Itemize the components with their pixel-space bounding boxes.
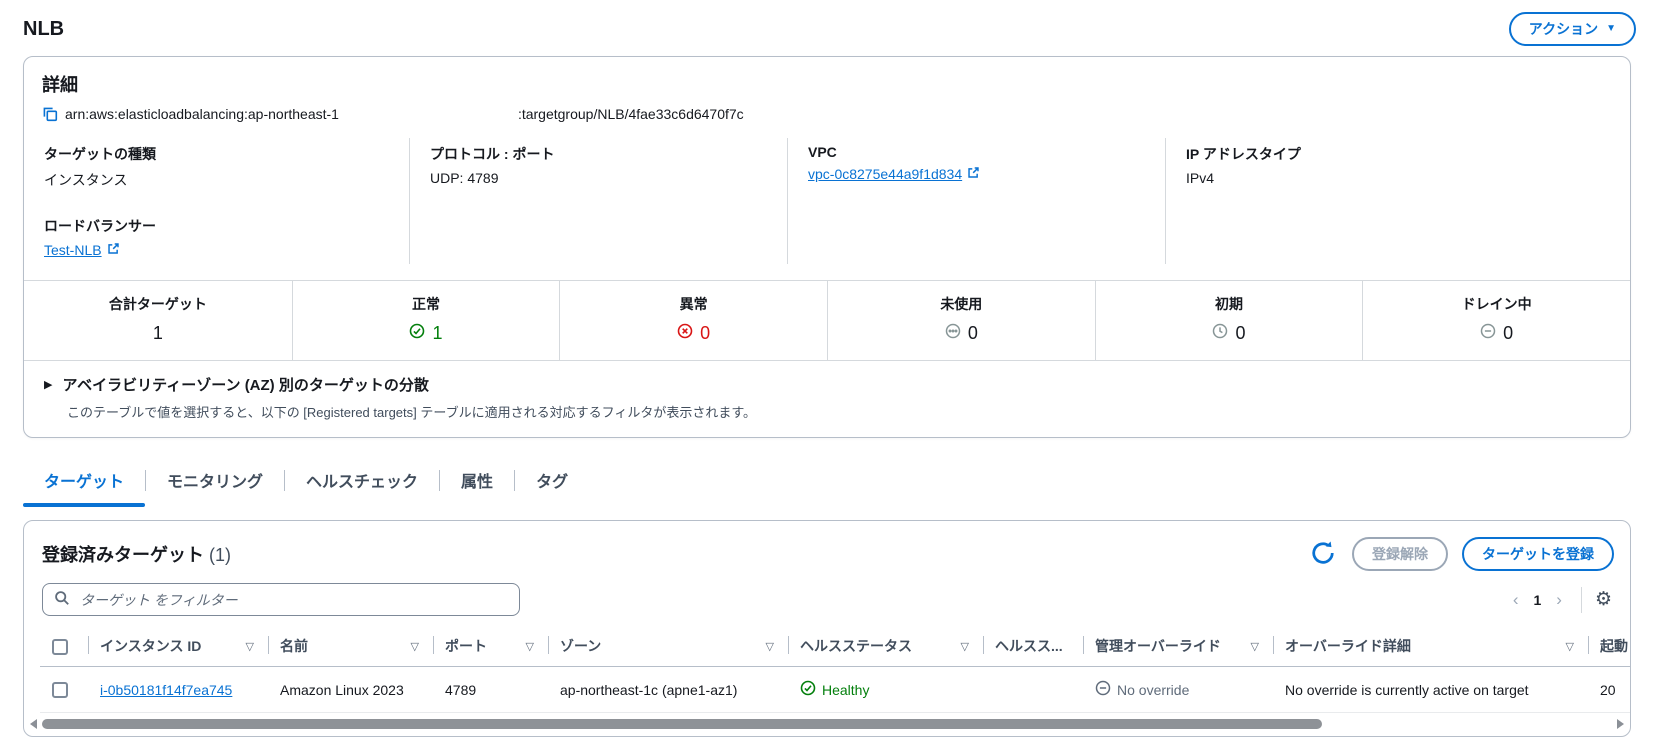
chevron-down-icon: ▼ (1606, 23, 1616, 34)
arn-prefix: arn:aws:elasticloadbalancing:ap-northeas… (65, 106, 339, 122)
stat-healthy: 正常 1 (291, 281, 560, 360)
prev-page-button[interactable]: ‹ (1507, 588, 1525, 612)
cell-name: Amazon Linux 2023 (268, 666, 433, 713)
health-status-badge: Healthy (800, 680, 869, 699)
actions-button[interactable]: アクション ▼ (1508, 12, 1636, 46)
scroll-right-arrow[interactable] (1617, 718, 1624, 729)
actions-button-label: アクション (1528, 21, 1599, 37)
ellipsis-circle-icon (945, 323, 961, 344)
target-health-summary: 合計ターゲット 1 正常 1 異常 0 未使用 0 初期 0 ドレイン中 0 (24, 280, 1630, 360)
cell-override-detail: No override is currently active on targe… (1273, 666, 1588, 713)
col-override-detail: オーバーライド詳細 ▽ (1273, 626, 1588, 667)
az-distribution-expander[interactable]: ▶ アベイラビリティーゾーン (AZ) 別のターゲットの分散 (44, 374, 1610, 395)
select-all-header (40, 626, 88, 667)
page-title: NLB (23, 17, 65, 40)
deregister-button[interactable]: 登録解除 (1352, 537, 1448, 571)
cell-zone: ap-northeast-1c (apne1-az1) (548, 666, 788, 713)
external-link-icon (967, 166, 980, 182)
toolbar-divider (1580, 586, 1582, 613)
tab-tags[interactable]: タグ (515, 458, 589, 507)
refresh-button[interactable] (1308, 538, 1338, 571)
target-filter-box[interactable] (42, 583, 520, 616)
table-header-row: インスタンス ID ▽ 名前 ▽ ポート ▽ ゾーン ▽ ヘルスステータス ▽ ヘルスス.… (40, 626, 1630, 667)
filter-icon[interactable]: ▽ (1566, 640, 1574, 653)
col-health-status: ヘルスステータス ▽ (788, 626, 983, 667)
col-zone: ゾーン ▽ (548, 626, 788, 667)
field-vpc: VPC vpc-0c8275e44a9f1d834 (808, 144, 1145, 182)
stat-unused: 未使用 0 (826, 281, 1095, 360)
external-link-icon (107, 242, 120, 258)
clock-icon (1212, 323, 1228, 344)
register-targets-button[interactable]: ターゲットを登録 (1462, 537, 1614, 571)
page-number: 1 (1533, 591, 1542, 608)
tab-attributes[interactable]: 属性 (440, 458, 514, 507)
arn-row: arn:aws:elasticloadbalancing:ap-northeas… (24, 99, 1630, 132)
filter-icon[interactable]: ▽ (411, 640, 419, 653)
check-circle-icon (800, 680, 816, 699)
details-grid: ターゲットの種類 インスタンス ロードバランサー Test-NLB プロトコル … (24, 132, 1630, 280)
col-instance-id: インスタンス ID ▽ (88, 626, 268, 667)
filter-icon[interactable]: ▽ (1251, 640, 1259, 653)
field-protocol-port: プロトコル : ポート UDP: 4789 (430, 146, 555, 186)
expander-arrow-icon: ▶ (44, 379, 53, 391)
gear-icon[interactable]: ⚙ (1595, 590, 1612, 609)
field-load-balancer: ロードバランサー Test-NLB (44, 218, 156, 258)
vpc-link[interactable]: vpc-0c8275e44a9f1d834 (808, 166, 962, 182)
scroll-left-arrow[interactable] (30, 718, 37, 729)
stat-draining: ドレイン中 0 (1362, 281, 1630, 360)
row-checkbox[interactable] (52, 682, 68, 699)
minus-circle-icon (1480, 323, 1496, 344)
copy-icon[interactable] (42, 106, 58, 122)
target-filter-input[interactable] (78, 590, 508, 609)
az-distribution-section: ▶ アベイラビリティーゾーン (AZ) 別のターゲットの分散 このテーブルで値を… (24, 360, 1630, 437)
az-distribution-title: アベイラビリティーゾーン (AZ) 別のターゲットの分散 (62, 377, 429, 394)
search-icon (54, 590, 70, 609)
stat-unhealthy: 異常 0 (559, 281, 827, 360)
targets-table-wrap: インスタンス ID ▽ 名前 ▽ ポート ▽ ゾーン ▽ ヘルスステータス ▽ ヘルスス.… (24, 626, 1630, 713)
scrollbar-thumb[interactable] (42, 718, 1322, 729)
tab-monitoring[interactable]: モニタリング (146, 458, 284, 507)
col-health-detail: ヘルスス... (983, 626, 1083, 667)
filter-icon[interactable]: ▽ (766, 640, 774, 653)
col-admin-override: 管理オーバーライド ▽ (1083, 626, 1273, 667)
next-page-button[interactable]: › (1550, 588, 1568, 612)
check-circle-icon (409, 323, 425, 344)
cell-port: 4789 (433, 666, 548, 713)
x-circle-icon (677, 323, 693, 344)
field-ip-type: IP アドレスタイプ IPv4 (1186, 146, 1301, 186)
targets-table: インスタンス ID ▽ 名前 ▽ ポート ▽ ゾーン ▽ ヘルスステータス ▽ ヘルスス.… (40, 626, 1630, 713)
stat-total-targets: 合計ターゲット 1 (108, 296, 207, 343)
table-row: i-0b50181f14f7ea745 Amazon Linux 2023 47… (40, 666, 1630, 713)
details-card: 詳細 arn:aws:elasticloadbalancing:ap-north… (23, 56, 1631, 438)
horizontal-scrollbar (30, 716, 1624, 731)
cell-health-detail (983, 666, 1083, 713)
tab-health-checks[interactable]: ヘルスチェック (285, 458, 439, 507)
scrollbar-track[interactable] (40, 718, 1614, 729)
tab-bar: ターゲット モニタリング ヘルスチェック 属性 タグ (23, 458, 1631, 507)
pagination: ‹ 1 › (1507, 588, 1568, 612)
arn-suffix: :targetgroup/NLB/4fae33c6d6470f7c (517, 106, 744, 122)
col-launch-time: 起動 (1588, 626, 1630, 667)
cell-launch-time: 20 (1588, 666, 1630, 713)
page-header: NLB アクション ▼ (0, 0, 1654, 56)
az-distribution-description: このテーブルで値を選択すると、以下の [Registered targets] … (67, 405, 757, 420)
col-name: 名前 ▽ (268, 626, 433, 667)
filter-icon[interactable]: ▽ (961, 640, 969, 653)
registered-targets-count: (1) (209, 545, 232, 565)
stat-initial: 初期 0 (1094, 281, 1363, 360)
select-all-checkbox[interactable] (52, 638, 68, 655)
minus-circle-icon (1095, 680, 1111, 699)
filter-icon[interactable]: ▽ (526, 640, 534, 653)
load-balancer-link[interactable]: Test-NLB (44, 242, 102, 258)
admin-override-badge: No override (1095, 680, 1189, 699)
instance-id-link[interactable]: i-0b50181f14f7ea745 (100, 682, 232, 698)
refresh-icon (1310, 540, 1336, 569)
tab-targets[interactable]: ターゲット (23, 458, 146, 507)
field-target-type: ターゲットの種類 インスタンス (44, 146, 156, 188)
col-port: ポート ▽ (433, 626, 548, 667)
details-heading: 詳細 (42, 75, 78, 95)
registered-targets-title: 登録済みターゲット (1) (42, 545, 232, 565)
filter-icon[interactable]: ▽ (246, 640, 254, 653)
registered-targets-card: 登録済みターゲット (1) 登録解除 ターゲットを登録 ターゲット をフィルター… (23, 520, 1631, 737)
